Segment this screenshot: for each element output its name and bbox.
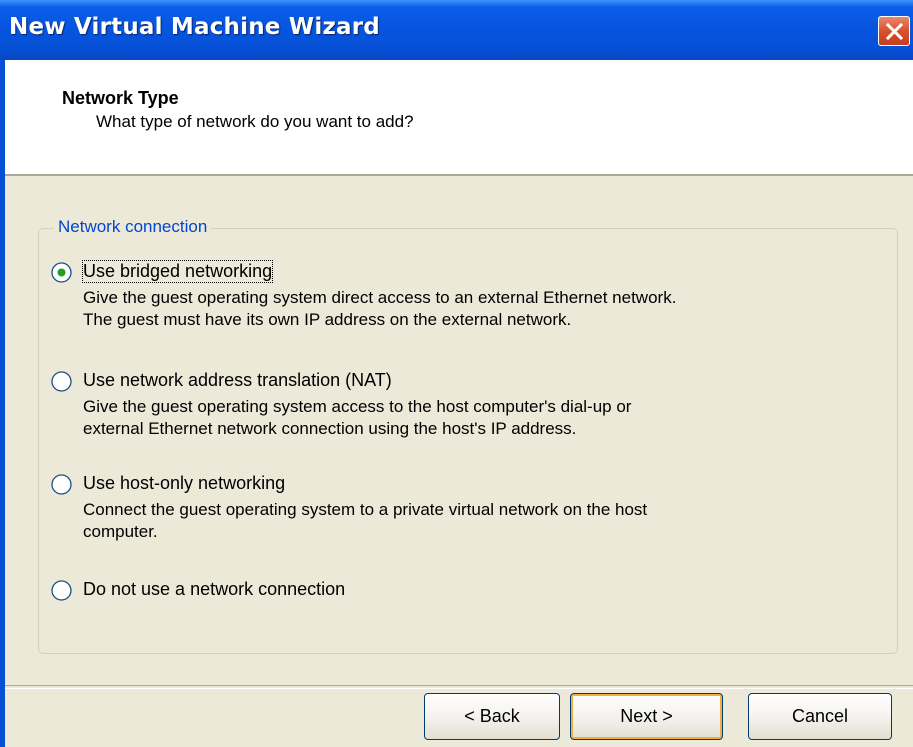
close-icon — [886, 23, 903, 40]
radio-none[interactable] — [51, 580, 72, 601]
option-host-only-desc-line2: computer. — [83, 522, 158, 541]
radio-host-only[interactable] — [51, 474, 72, 495]
option-bridged-desc: Give the guest operating system direct a… — [83, 287, 676, 331]
cancel-button[interactable]: Cancel — [748, 693, 892, 740]
title-bar[interactable]: New Virtual Machine Wizard — [0, 0, 913, 60]
option-bridged-desc-line2: The guest must have its own IP address o… — [83, 310, 572, 329]
option-host-only-desc-line1: Connect the guest operating system to a … — [83, 500, 648, 519]
option-nat-label[interactable]: Use network address translation (NAT) — [83, 370, 392, 391]
window-title: New Virtual Machine Wizard — [9, 14, 380, 40]
option-host-only-label[interactable]: Use host-only networking — [83, 473, 285, 494]
page-title: Network Type — [62, 88, 179, 108]
option-host-only-desc: Connect the guest operating system to a … — [83, 499, 647, 543]
wizard-window: New Virtual Machine Wizard Network Type … — [0, 0, 913, 747]
option-nat-desc-line1: Give the guest operating system access t… — [83, 397, 632, 416]
option-none-label[interactable]: Do not use a network connection — [83, 579, 345, 600]
footer-separator — [5, 685, 913, 689]
back-button[interactable]: < Back — [424, 693, 560, 740]
group-label: Network connection — [54, 217, 212, 237]
next-button[interactable]: Next > — [570, 693, 723, 740]
radio-bridged[interactable] — [51, 262, 72, 283]
radio-nat[interactable] — [51, 371, 72, 392]
option-nat-desc-line2: external Ethernet network connection usi… — [83, 419, 577, 438]
option-bridged-desc-line1: Give the guest operating system direct a… — [83, 288, 677, 307]
option-nat-desc: Give the guest operating system access t… — [83, 396, 631, 440]
option-bridged-label[interactable]: Use bridged networking — [81, 260, 274, 283]
wizard-header: Network Type What type of network do you… — [5, 60, 913, 176]
page-subtitle: What type of network do you want to add? — [96, 112, 414, 131]
close-button[interactable] — [878, 16, 910, 46]
